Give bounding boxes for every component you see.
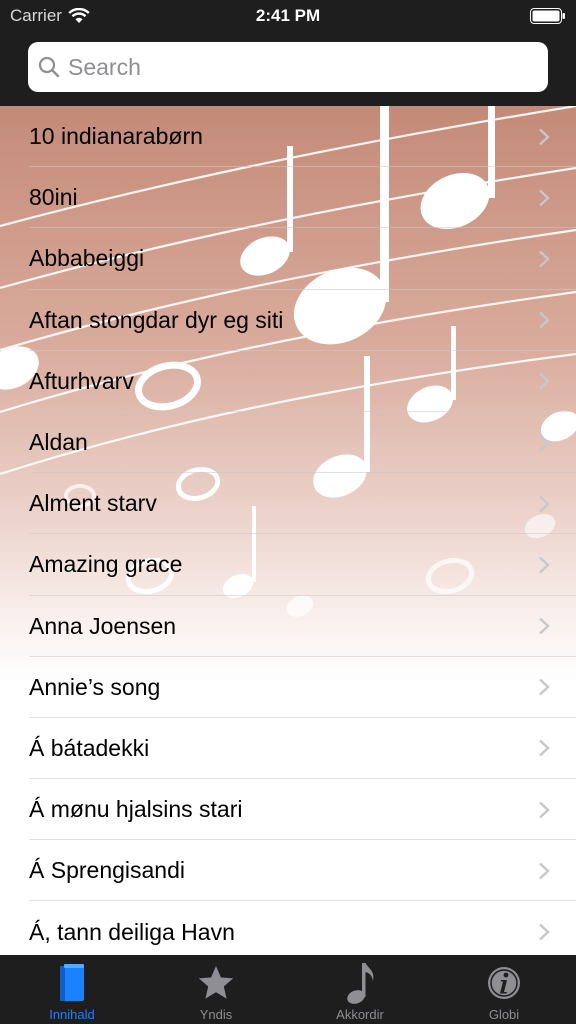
list-item[interactable]: Annie’s song <box>0 657 576 719</box>
tab-label: Globi <box>488 1007 520 1022</box>
list-item[interactable]: Anna Joensen <box>0 596 576 657</box>
chevron-right-icon <box>539 495 550 513</box>
chevron-right-icon <box>539 372 550 390</box>
wifi-icon <box>68 8 90 23</box>
list-item[interactable]: 80ini <box>0 167 576 229</box>
tab-innihald[interactable]: Innihald <box>0 955 144 1024</box>
book-icon <box>60 964 84 1001</box>
search-placeholder: Search <box>68 53 141 80</box>
list-item-label: Á mønu hjalsins stari <box>29 796 243 823</box>
tab-label: Innihald <box>49 1007 95 1022</box>
tab-label: Akkordir <box>336 1007 384 1022</box>
list-item[interactable]: Afturhvarv <box>0 351 576 413</box>
list-item-label: Annie’s song <box>29 673 161 700</box>
list-item-label: Aftan stongdar dyr eg siti <box>29 306 284 333</box>
chevron-right-icon <box>539 678 550 696</box>
list-item-label: 10 indianarabørn <box>29 123 203 150</box>
chevron-right-icon <box>539 189 550 207</box>
search-bar: Search <box>0 32 576 106</box>
chevron-right-icon <box>539 740 550 757</box>
list-item[interactable]: 10 indianarabørn <box>0 106 576 168</box>
list-item-label: Alment starv <box>29 490 157 517</box>
list-item-label: Á Sprengisandi <box>29 857 185 884</box>
list-item-label: Aldan <box>29 429 88 456</box>
list-item[interactable]: Á mønu hjalsins stari <box>0 779 576 841</box>
list-item[interactable]: Á Sprengisandi <box>0 840 576 902</box>
list-item-label: Abbabeiggi <box>29 245 145 272</box>
list-item[interactable]: Aldan <box>0 412 576 474</box>
chevron-right-icon <box>539 434 550 451</box>
tab-akkordir[interactable]: Akkordir <box>288 955 432 1024</box>
tab-bar: Innihald Yndis Akkordir Globi <box>0 955 576 1024</box>
list-item-label: Afturhvarv <box>29 367 134 394</box>
info-icon <box>488 967 520 999</box>
chevron-right-icon <box>539 923 550 941</box>
music-note-icon <box>347 963 374 1004</box>
list-item[interactable]: Abbabeiggi <box>0 228 576 290</box>
list-item-label: Á bátadekki <box>29 734 150 761</box>
chevron-right-icon <box>539 128 550 145</box>
tab-label: Yndis <box>199 1007 233 1022</box>
list-item[interactable]: Alment starv <box>0 473 576 535</box>
status-bar: Carrier 2:41 PM <box>0 0 576 32</box>
song-rows: 10 indianarabørn 80ini Abbabeiggi Aftan … <box>0 106 576 955</box>
list-item[interactable]: Amazing grace <box>0 534 576 596</box>
chevron-right-icon <box>539 556 550 574</box>
list-item-label: Á, tann deiliga Havn <box>29 918 235 945</box>
search-icon <box>38 56 60 78</box>
tab-globi[interactable]: Globi <box>432 955 576 1024</box>
status-time: 2:41 PM <box>255 6 321 25</box>
chevron-right-icon <box>539 311 550 329</box>
chevron-right-icon <box>539 617 550 635</box>
battery-icon <box>530 8 565 24</box>
carrier-label: Carrier <box>10 6 62 25</box>
chevron-right-icon <box>539 801 550 819</box>
search-input[interactable]: Search <box>28 42 548 92</box>
list-item-label: Amazing grace <box>29 551 183 578</box>
list-item[interactable]: Á, tann deiliga Havn <box>0 901 576 955</box>
chevron-right-icon <box>539 250 550 268</box>
song-list[interactable]: 10 indianarabørn 80ini Abbabeiggi Aftan … <box>0 106 576 955</box>
chevron-right-icon <box>539 862 550 880</box>
list-item[interactable]: Á bátadekki <box>0 718 576 780</box>
tab-yndis[interactable]: Yndis <box>144 955 288 1024</box>
list-item[interactable]: Aftan stongdar dyr eg siti <box>0 290 576 351</box>
list-item-label: 80ini <box>29 184 78 211</box>
star-icon <box>198 966 234 999</box>
list-item-label: Anna Joensen <box>29 612 177 639</box>
